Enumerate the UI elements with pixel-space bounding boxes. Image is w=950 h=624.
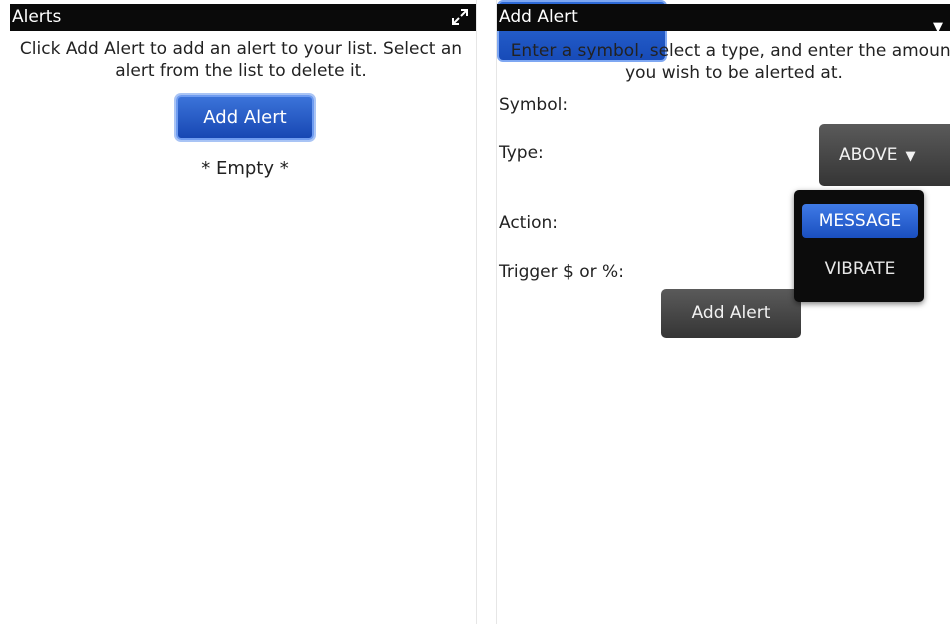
type-label: Type: <box>499 143 544 163</box>
trigger-label: Trigger $ or %: <box>499 262 624 282</box>
alerts-title: Alerts <box>12 7 62 27</box>
action-option-vibrate[interactable]: VIBRATE <box>802 254 918 284</box>
chevron-down-icon: ▼ <box>905 149 916 164</box>
alerts-title-bar: Alerts <box>10 4 476 31</box>
action-label: Action: <box>499 213 558 233</box>
add-alert-instructions: Enter a symbol, select a type, and enter… <box>510 41 950 83</box>
alerts-instructions: Click Add Alert to add an alert to your … <box>19 39 463 81</box>
add-alert-title: Add Alert <box>499 7 578 27</box>
symbol-label: Symbol: <box>499 95 569 115</box>
expand-arrows-icon[interactable] <box>450 7 470 27</box>
alerts-screen: Alerts Click Add Alert to add an alert t… <box>10 0 477 624</box>
type-select[interactable]: ABOVE ▼ <box>819 124 950 186</box>
add-alert-screen: Add Alert Enter a symbol, select a type,… <box>496 0 950 624</box>
action-option-message[interactable]: MESSAGE <box>802 204 918 238</box>
empty-list-label: * Empty * <box>201 158 289 179</box>
action-dropdown-menu: MESSAGE VIBRATE <box>794 190 924 302</box>
submit-add-alert-button[interactable]: Add Alert <box>661 289 801 338</box>
type-select-value: ABOVE <box>839 145 898 165</box>
add-alert-button[interactable]: Add Alert <box>176 95 314 140</box>
chevron-down-icon: ▼ <box>933 20 943 35</box>
add-alert-title-bar: Add Alert <box>497 4 950 31</box>
